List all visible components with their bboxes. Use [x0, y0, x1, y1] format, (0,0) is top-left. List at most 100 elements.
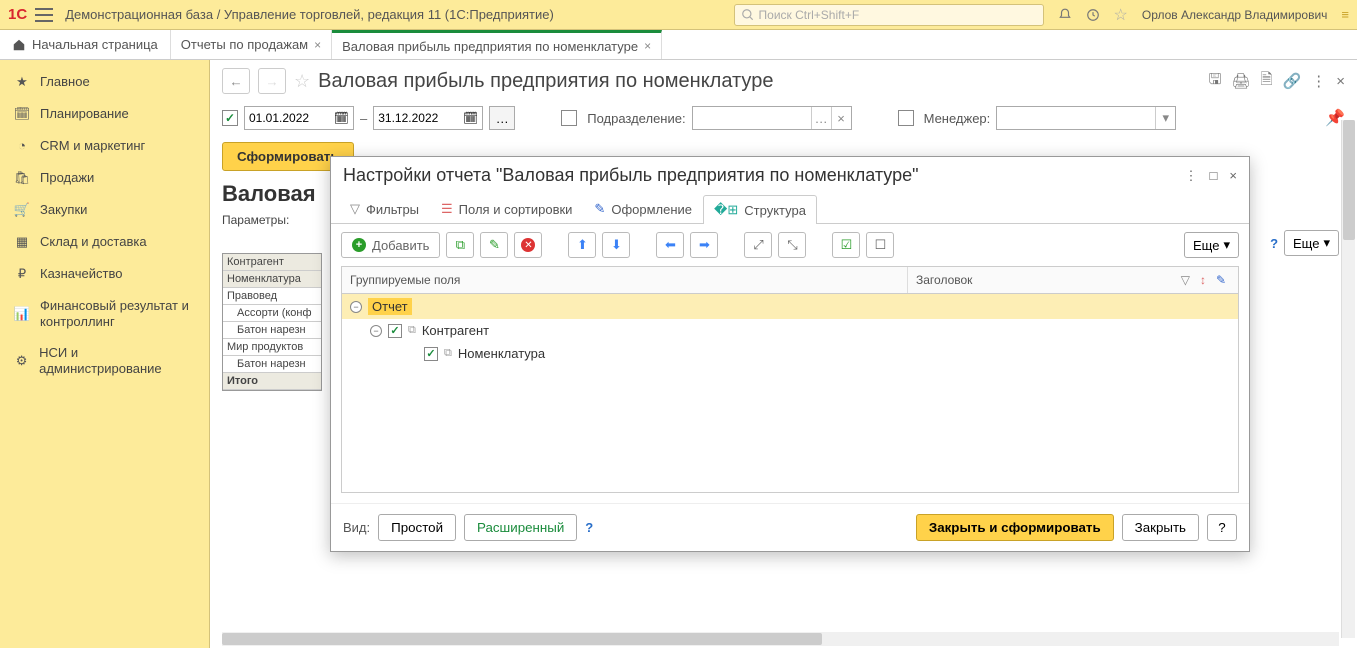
home-icon: [12, 38, 26, 52]
bell-icon[interactable]: [1058, 8, 1072, 22]
subdivision-field[interactable]: …×: [692, 106, 852, 130]
delete-button[interactable]: ✕: [514, 232, 542, 258]
add-label: Добавить: [372, 238, 429, 253]
close-icon[interactable]: ×: [644, 39, 651, 53]
scroll-thumb[interactable]: [1343, 120, 1355, 240]
move-left-button[interactable]: ⬅: [656, 232, 684, 258]
bag-icon: 🛍: [14, 170, 30, 186]
row-checkbox[interactable]: [424, 347, 438, 361]
grid-row[interactable]: Батон нарезн: [223, 322, 321, 339]
date-from-input[interactable]: 01.01.2022🗓: [244, 106, 354, 130]
expand-button[interactable]: ⤢: [744, 232, 772, 258]
hamburger-icon[interactable]: [35, 8, 53, 22]
sidebar-item-finresult[interactable]: 📊Финансовый результат и контроллинг: [0, 290, 209, 337]
grid-row[interactable]: Батон нарезн: [223, 356, 321, 373]
sidebar-item-main[interactable]: ★Главное: [0, 66, 209, 98]
back-button[interactable]: ←: [222, 68, 250, 94]
home-tab[interactable]: Начальная страница: [0, 30, 171, 59]
tree-row-contractor[interactable]: − ⧉ Контрагент: [342, 319, 1238, 342]
dtab-fields[interactable]: ☰Поля и сортировки: [430, 194, 583, 223]
grid-row[interactable]: Правовед: [223, 288, 321, 305]
horizontal-scrollbar[interactable]: [222, 632, 1339, 646]
help-icon[interactable]: ?: [585, 520, 593, 535]
collapse-icon[interactable]: −: [350, 301, 362, 313]
close-icon[interactable]: ×: [314, 38, 321, 52]
tab-gross-profit[interactable]: Валовая прибыль предприятия по номенклат…: [332, 30, 662, 59]
add-button[interactable]: +Добавить: [341, 232, 440, 258]
more-label: Еще: [1193, 238, 1219, 253]
favorite-star-icon[interactable]: ☆: [294, 71, 310, 92]
brush-icon[interactable]: ✎: [1216, 273, 1226, 287]
kebab-icon[interactable]: ⋮: [1185, 168, 1198, 184]
grid-row[interactable]: Ассорти (конф: [223, 305, 321, 322]
sidebar-item-label: Казначейство: [40, 266, 122, 282]
sidebar-item-crm[interactable]: ◔CRM и маркетинг: [0, 130, 209, 162]
kebab-icon[interactable]: ⋮: [1311, 72, 1326, 90]
sidebar-item-nsi[interactable]: ⚙НСИ и администрирование: [0, 337, 209, 384]
date-picker-button[interactable]: …: [489, 106, 515, 130]
col-grouped-fields[interactable]: Группируемые поля: [342, 267, 908, 293]
view-advanced-button[interactable]: Расширенный: [464, 514, 577, 541]
link-icon: ⧉: [444, 347, 452, 360]
sidebar-item-warehouse[interactable]: ▦Склад и доставка: [0, 226, 209, 258]
close-and-form-button[interactable]: Закрыть и сформировать: [916, 514, 1114, 541]
close-button[interactable]: Закрыть: [1122, 514, 1199, 541]
date-to-input[interactable]: 31.12.2022🗓: [373, 106, 483, 130]
manager-field[interactable]: ▾: [996, 106, 1176, 130]
dtab-label: Оформление: [611, 202, 692, 217]
sidebar-item-sales[interactable]: 🛍Продажи: [0, 162, 209, 194]
row-checkbox[interactable]: [388, 324, 402, 338]
close-page-icon[interactable]: ×: [1336, 73, 1345, 90]
scroll-thumb[interactable]: [222, 633, 822, 645]
col-header[interactable]: Заголовок ▽ ↕ ✎: [908, 267, 1238, 293]
grid-row[interactable]: Мир продуктов: [223, 339, 321, 356]
check-all-button[interactable]: ☑: [832, 232, 860, 258]
structure-grid-body: − Отчет − ⧉ Контрагент ⧉ Номенклатура: [341, 293, 1239, 493]
forward-button[interactable]: →: [258, 68, 286, 94]
print-icon[interactable]: 🖨: [1231, 72, 1250, 90]
uncheck-all-button[interactable]: ☐: [866, 232, 894, 258]
subdivision-checkbox[interactable]: [561, 110, 577, 126]
calendar-icon[interactable]: 🗓: [463, 111, 478, 125]
help-button[interactable]: ?: [1207, 514, 1237, 541]
manager-checkbox[interactable]: [898, 110, 914, 126]
vertical-scrollbar[interactable]: [1341, 120, 1355, 638]
link-icon[interactable]: 🔗: [1283, 72, 1302, 90]
tab-sales-reports[interactable]: Отчеты по продажам ×: [171, 30, 332, 59]
move-up-button[interactable]: ⬆: [568, 232, 596, 258]
history-icon[interactable]: [1086, 8, 1100, 22]
group-button[interactable]: ⧉: [446, 232, 474, 258]
move-right-button[interactable]: ➡: [690, 232, 718, 258]
ellipsis-icon[interactable]: …: [811, 107, 831, 129]
toolbar-more-button[interactable]: Еще ▾: [1184, 232, 1239, 258]
collapse-button[interactable]: ⤡: [778, 232, 806, 258]
sidebar-item-purchases[interactable]: 🛒Закупки: [0, 194, 209, 226]
username-label[interactable]: Орлов Александр Владимирович: [1142, 8, 1328, 22]
tree-row-report[interactable]: − Отчет: [342, 294, 1238, 319]
sidebar-item-planning[interactable]: 🗓Планирование: [0, 98, 209, 130]
funnel-icon[interactable]: ▽: [1181, 273, 1190, 287]
star-icon[interactable]: ☆: [1114, 5, 1128, 25]
date-checkbox[interactable]: [222, 110, 238, 126]
save-icon[interactable]: 🖫: [1209, 69, 1222, 94]
clear-icon[interactable]: ×: [831, 107, 851, 129]
tree-row-nomenclature[interactable]: ⧉ Номенклатура: [342, 342, 1238, 365]
dtab-design[interactable]: ✎Оформление: [583, 194, 703, 223]
filter-row: 01.01.2022🗓 – 31.12.2022🗓 … Подразделени…: [210, 102, 1357, 138]
calendar-icon: 🗓: [14, 106, 30, 122]
preview-icon[interactable]: 🗎: [1260, 69, 1272, 94]
global-search-input[interactable]: Поиск Ctrl+Shift+F: [734, 4, 1044, 26]
sidebar-item-treasury[interactable]: ₽Казначейство: [0, 258, 209, 290]
dtab-filters[interactable]: ▽Фильтры: [339, 194, 430, 223]
collapse-icon[interactable]: −: [370, 325, 382, 337]
calendar-icon[interactable]: 🗓: [334, 111, 349, 125]
dtab-structure[interactable]: �⊞Структура: [703, 195, 817, 224]
maximize-icon[interactable]: □: [1210, 168, 1218, 184]
edit-button[interactable]: ✎: [480, 232, 508, 258]
view-simple-button[interactable]: Простой: [378, 514, 456, 541]
sort-icon[interactable]: ↕: [1200, 273, 1206, 287]
move-down-button[interactable]: ⬇: [602, 232, 630, 258]
close-icon[interactable]: ×: [1229, 168, 1237, 184]
dropdown-icon[interactable]: ▾: [1155, 107, 1175, 129]
menu-lines-icon[interactable]: ≡: [1341, 7, 1349, 22]
